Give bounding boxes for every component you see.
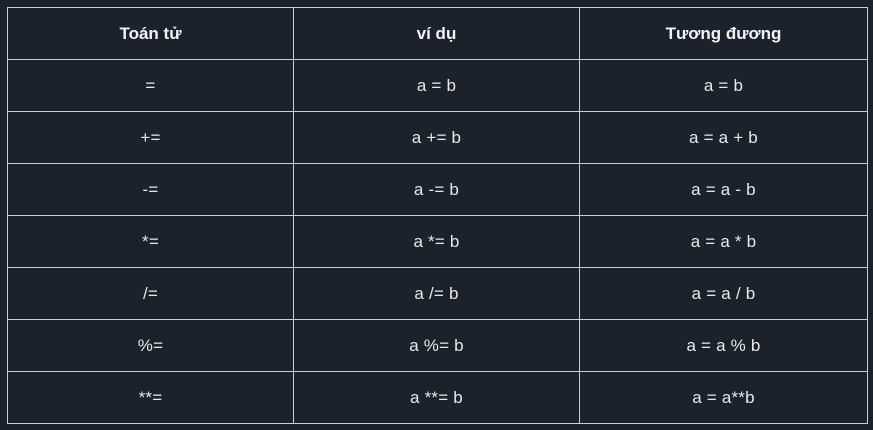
table-row: **= a **= b a = a**b: [7, 371, 868, 424]
equivalent-cell: a = a**b: [579, 371, 868, 424]
operator-cell: =: [7, 59, 294, 112]
table-row: %= a %= b a = a % b: [7, 319, 868, 372]
header-row: Toán tử ví dụ Tương đương: [7, 7, 868, 60]
example-cell: a = b: [293, 59, 580, 112]
operator-cell: +=: [7, 111, 294, 164]
example-cell: a /= b: [293, 267, 580, 320]
header-example: ví dụ: [293, 7, 580, 60]
equivalent-cell: a = a / b: [579, 267, 868, 320]
equivalent-cell: a = b: [579, 59, 868, 112]
operator-cell: **=: [7, 371, 294, 424]
table-row: += a += b a = a + b: [7, 111, 868, 164]
table-header: Toán tử ví dụ Tương đương: [7, 7, 868, 60]
operator-cell: %=: [7, 319, 294, 372]
table-row: -= a -= b a = a - b: [7, 163, 868, 216]
operator-cell: *=: [7, 215, 294, 268]
example-cell: a **= b: [293, 371, 580, 424]
example-cell: a %= b: [293, 319, 580, 372]
equivalent-cell: a = a * b: [579, 215, 868, 268]
operators-table: Toán tử ví dụ Tương đương = a = b a = b …: [7, 7, 868, 424]
equivalent-cell: a = a % b: [579, 319, 868, 372]
table-body: = a = b a = b += a += b a = a + b -= a -…: [7, 59, 868, 424]
table-row: = a = b a = b: [7, 59, 868, 112]
equivalent-cell: a = a - b: [579, 163, 868, 216]
example-cell: a -= b: [293, 163, 580, 216]
equivalent-cell: a = a + b: [579, 111, 868, 164]
example-cell: a += b: [293, 111, 580, 164]
table-row: *= a *= b a = a * b: [7, 215, 868, 268]
header-equivalent: Tương đương: [579, 7, 868, 60]
example-cell: a *= b: [293, 215, 580, 268]
table-row: /= a /= b a = a / b: [7, 267, 868, 320]
operator-cell: -=: [7, 163, 294, 216]
header-operator: Toán tử: [7, 7, 294, 60]
operator-cell: /=: [7, 267, 294, 320]
